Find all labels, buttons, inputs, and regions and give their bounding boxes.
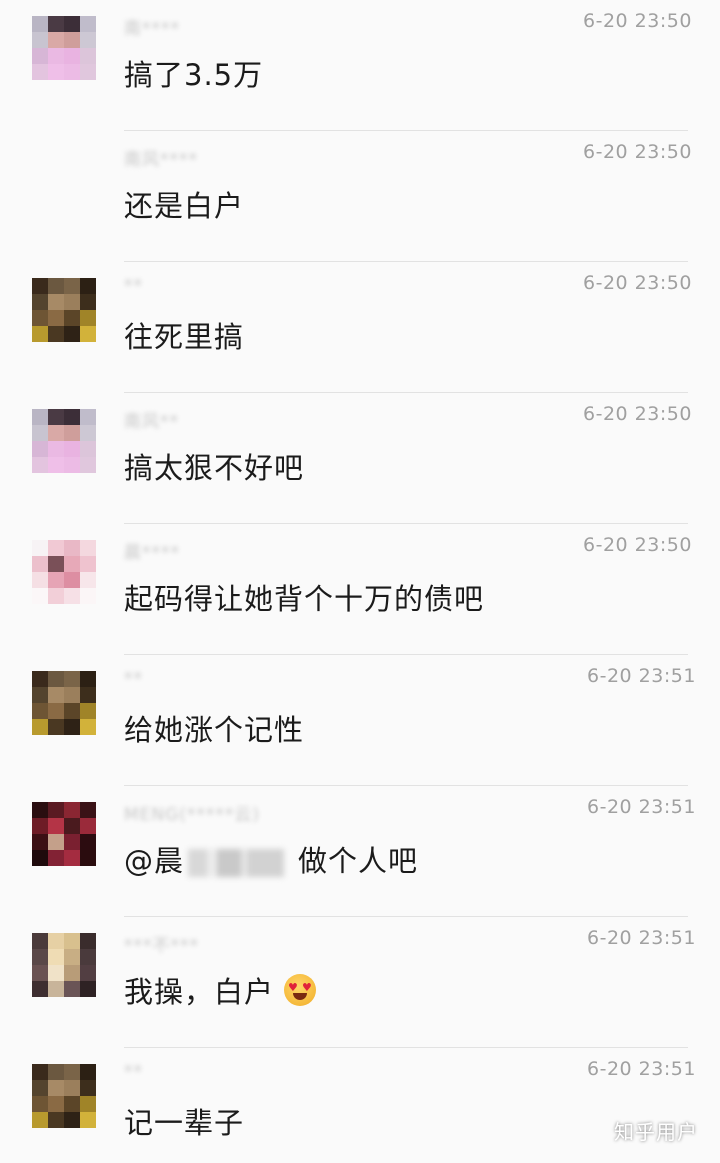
message-text: 我操，白户 ♥ ♥ [124, 969, 317, 1011]
sender-name[interactable]: 晨**** [124, 538, 180, 563]
message-text-suffix: 做个人吧 [298, 844, 419, 878]
avatar[interactable] [32, 671, 96, 735]
sender-name[interactable]: ** [124, 276, 143, 298]
timestamp: 6-20 23:50 [583, 10, 692, 32]
sender-name[interactable]: 南**** [124, 14, 180, 39]
message-item[interactable]: ** 6-20 23:51 记一辈子 [0, 1048, 720, 1163]
watermark: 知乎用户 [614, 1120, 698, 1144]
sender-name[interactable]: ** [124, 1062, 143, 1084]
avatar[interactable] [32, 802, 96, 866]
message-text: 记一辈子 [124, 1106, 245, 1140]
avatar[interactable] [32, 933, 96, 997]
avatar[interactable] [32, 540, 96, 604]
timestamp: 6-20 23:51 [587, 796, 696, 818]
sender-name[interactable]: ***不*** [124, 931, 199, 956]
timestamp: 6-20 23:50 [583, 141, 692, 163]
message-item[interactable]: ** 6-20 23:50 往死里搞 [0, 262, 720, 393]
timestamp: 6-20 23:50 [583, 403, 692, 425]
mention-prefix[interactable]: @晨 [124, 844, 184, 878]
message-item[interactable]: 南**** 6-20 23:50 搞了3.5万 [0, 0, 720, 131]
message-text-body: 我操，白户 [124, 975, 275, 1009]
message-item[interactable]: ***不*** 6-20 23:51 我操，白户 ♥ ♥ [0, 917, 720, 1048]
message-text: 还是白户 [124, 189, 245, 223]
message-text: 起码得让她背个十万的债吧 [124, 582, 485, 616]
sender-name[interactable]: 南风** [124, 407, 179, 432]
message-text: 搞了3.5万 [124, 58, 264, 92]
message-item[interactable]: MENG(*****云) 6-20 23:51 @晨 做个人吧 [0, 786, 720, 917]
message-text: 往死里搞 [124, 320, 245, 354]
redacted-name [188, 849, 285, 877]
avatar[interactable] [32, 278, 96, 342]
timestamp: 6-20 23:51 [587, 1058, 696, 1080]
message-item[interactable]: ** 6-20 23:51 给她涨个记性 [0, 655, 720, 786]
comment-list: 南**** 6-20 23:50 搞了3.5万 南风**** 6-20 23:5… [0, 0, 720, 1163]
timestamp: 6-20 23:50 [583, 272, 692, 294]
heart-eyes-emoji-icon: ♥ ♥ [284, 974, 317, 1006]
avatar[interactable] [32, 1064, 96, 1128]
sender-name[interactable]: 南风**** [124, 145, 198, 170]
sender-name[interactable]: ** [124, 669, 143, 691]
timestamp: 6-20 23:51 [587, 665, 696, 687]
avatar[interactable] [32, 16, 96, 80]
timestamp: 6-20 23:50 [583, 534, 692, 556]
message-text: @晨 做个人吧 [124, 838, 418, 880]
message-text: 搞太狠不好吧 [124, 451, 305, 485]
timestamp: 6-20 23:51 [587, 927, 696, 949]
message-item[interactable]: 晨**** 6-20 23:50 起码得让她背个十万的债吧 [0, 524, 720, 655]
avatar[interactable] [32, 409, 96, 473]
sender-name[interactable]: MENG(*****云) [124, 800, 260, 825]
message-item[interactable]: 南风**** 6-20 23:50 还是白户 [0, 131, 720, 262]
message-item[interactable]: 南风** 6-20 23:50 搞太狠不好吧 [0, 393, 720, 524]
message-text: 给她涨个记性 [124, 713, 305, 747]
